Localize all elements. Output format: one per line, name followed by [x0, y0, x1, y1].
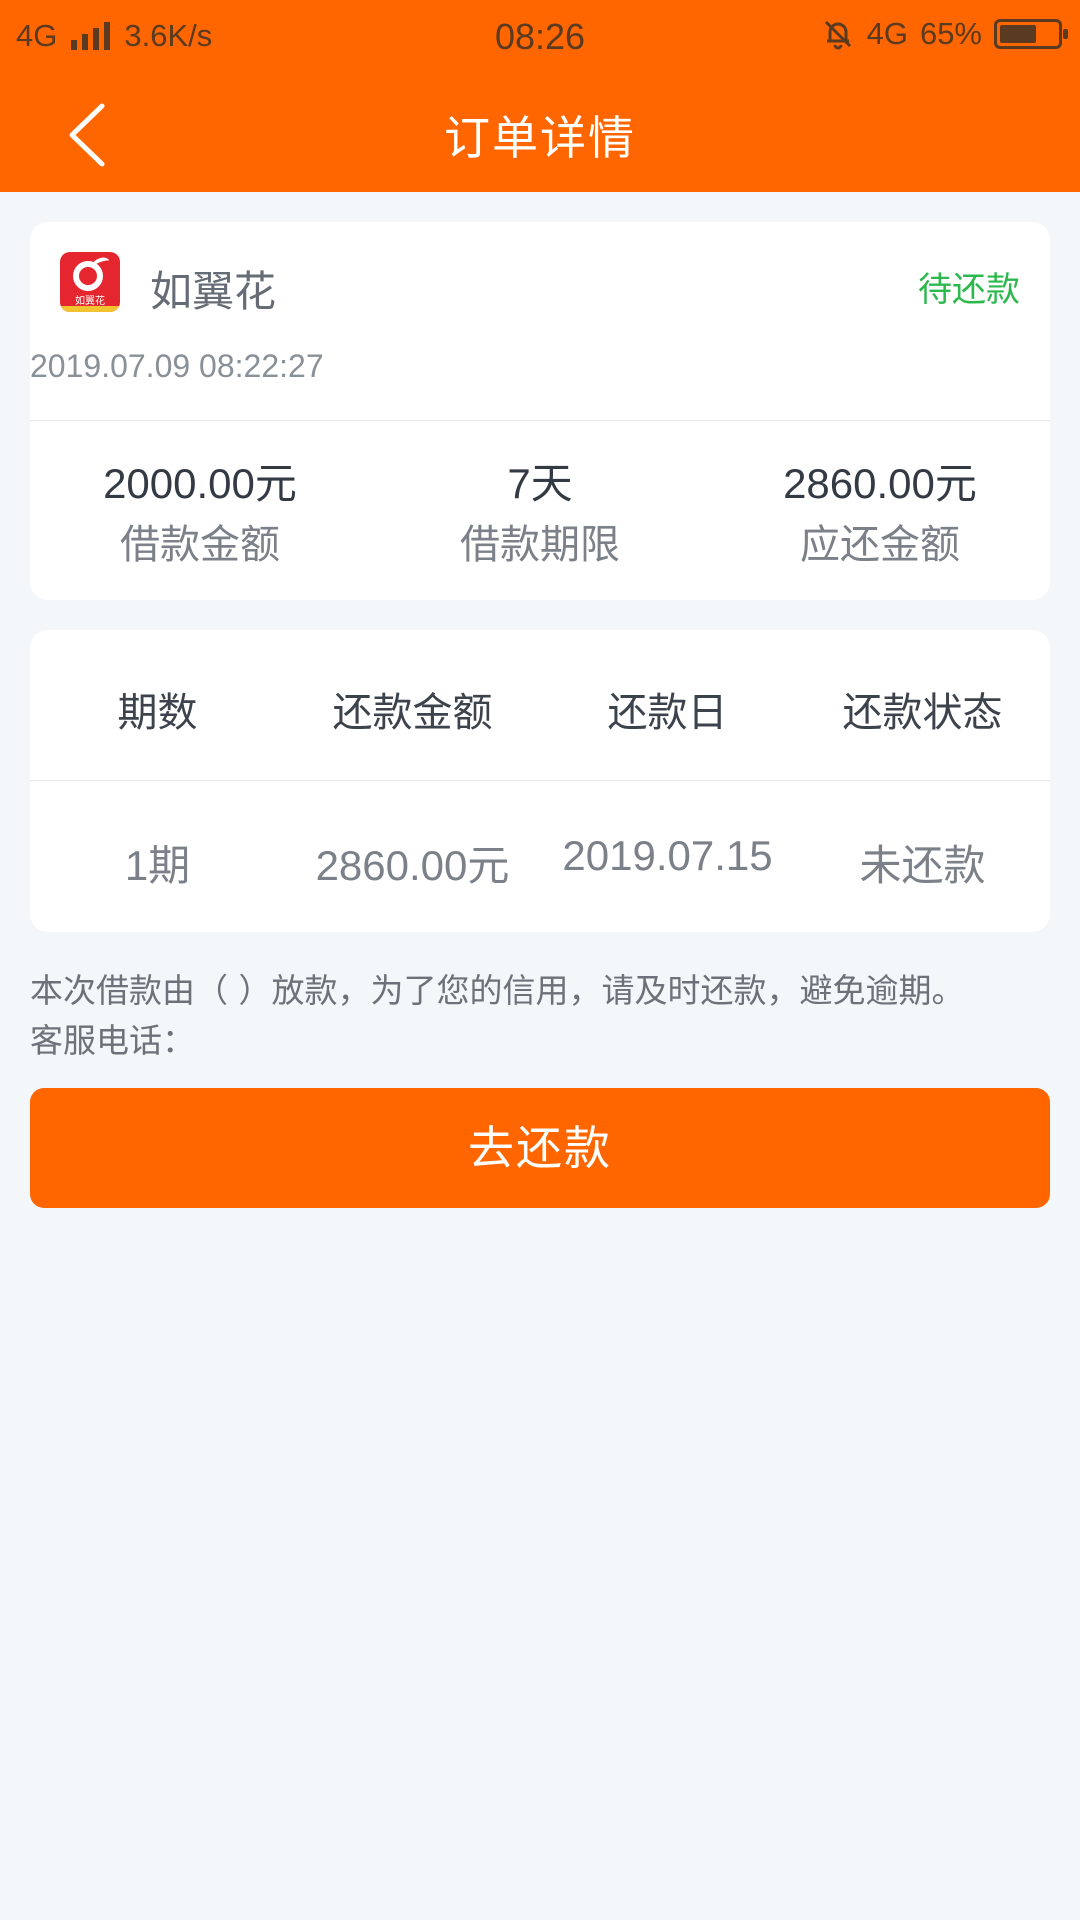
column-header: 还款金额 — [332, 690, 493, 736]
stat-value: 7天 — [507, 460, 573, 507]
status-badge: 待还款 — [918, 270, 1020, 310]
divider — [30, 780, 1050, 781]
network-type-right: 4G — [866, 16, 908, 51]
status-bar: 4G 3.6K/s 08:26 4G 65% — [0, 0, 1080, 74]
order-summary-card: 如翼花 如翼花 待还款 2019.07.09 08:22:27 2000.00元… — [30, 222, 1050, 600]
table-row: 1期 2860.00元 2019.07.15 未还款 — [30, 832, 1050, 892]
column-header: 期数 — [117, 690, 198, 736]
table-header: 期数 还款金额 还款日 还款状态 — [30, 680, 1050, 740]
logo-text: 如翼花 — [75, 296, 105, 307]
cell-amount: 2860.00元 — [315, 842, 510, 889]
service-phone: 客服电话： — [30, 1021, 195, 1060]
app-screen: 4G 3.6K/s 08:26 4G 65% 订单详情 如翼花 如翼花 待还款 … — [0, 0, 1080, 1920]
loan-notice: 本次借款由（ ）放款，为了您的信用，请及时还款，避免逾期。 客服电话： — [30, 966, 1060, 1066]
repayment-plan-card: 期数 还款金额 还款日 还款状态 1期 2860.00元 2019.07.15 … — [30, 630, 1050, 932]
stat-value: 2000.00元 — [103, 460, 297, 507]
column-header: 还款日 — [607, 690, 728, 736]
app-logo-icon: 如翼花 — [60, 252, 120, 312]
notice-line: 本次借款由（ ）放款，为了您的信用，请及时还款，避免逾期。 — [30, 971, 965, 1010]
loan-stats: 2000.00元 借款金额 7天 借款期限 2860.00元 应还金额 — [30, 450, 1050, 570]
column-header: 还款状态 — [842, 690, 1003, 736]
stat-loan-term: 7天 借款期限 — [370, 450, 710, 570]
page-title: 订单详情 — [444, 111, 636, 165]
repay-button[interactable]: 去还款 — [30, 1088, 1050, 1208]
stat-value: 2860.00元 — [783, 460, 977, 507]
cell-period: 1期 — [124, 842, 191, 889]
stat-loan-amount: 2000.00元 借款金额 — [30, 450, 370, 570]
mute-bell-icon — [824, 20, 851, 50]
battery-percent: 65% — [919, 16, 982, 51]
stat-label: 应还金额 — [800, 522, 960, 568]
stat-label: 借款金额 — [120, 522, 280, 568]
cell-due-date: 2019.07.15 — [562, 832, 773, 879]
status-right: 4G 65% — [821, 16, 1068, 52]
divider — [30, 420, 1050, 421]
nav-header: 订单详情 — [0, 74, 1080, 192]
app-name: 如翼花 — [150, 267, 277, 316]
order-datetime: 2019.07.09 08:22:27 — [30, 348, 324, 384]
stat-label: 借款期限 — [460, 522, 620, 568]
battery-icon — [994, 19, 1068, 49]
cell-status: 未还款 — [859, 842, 986, 889]
stat-repay-amount: 2860.00元 应还金额 — [710, 450, 1050, 570]
